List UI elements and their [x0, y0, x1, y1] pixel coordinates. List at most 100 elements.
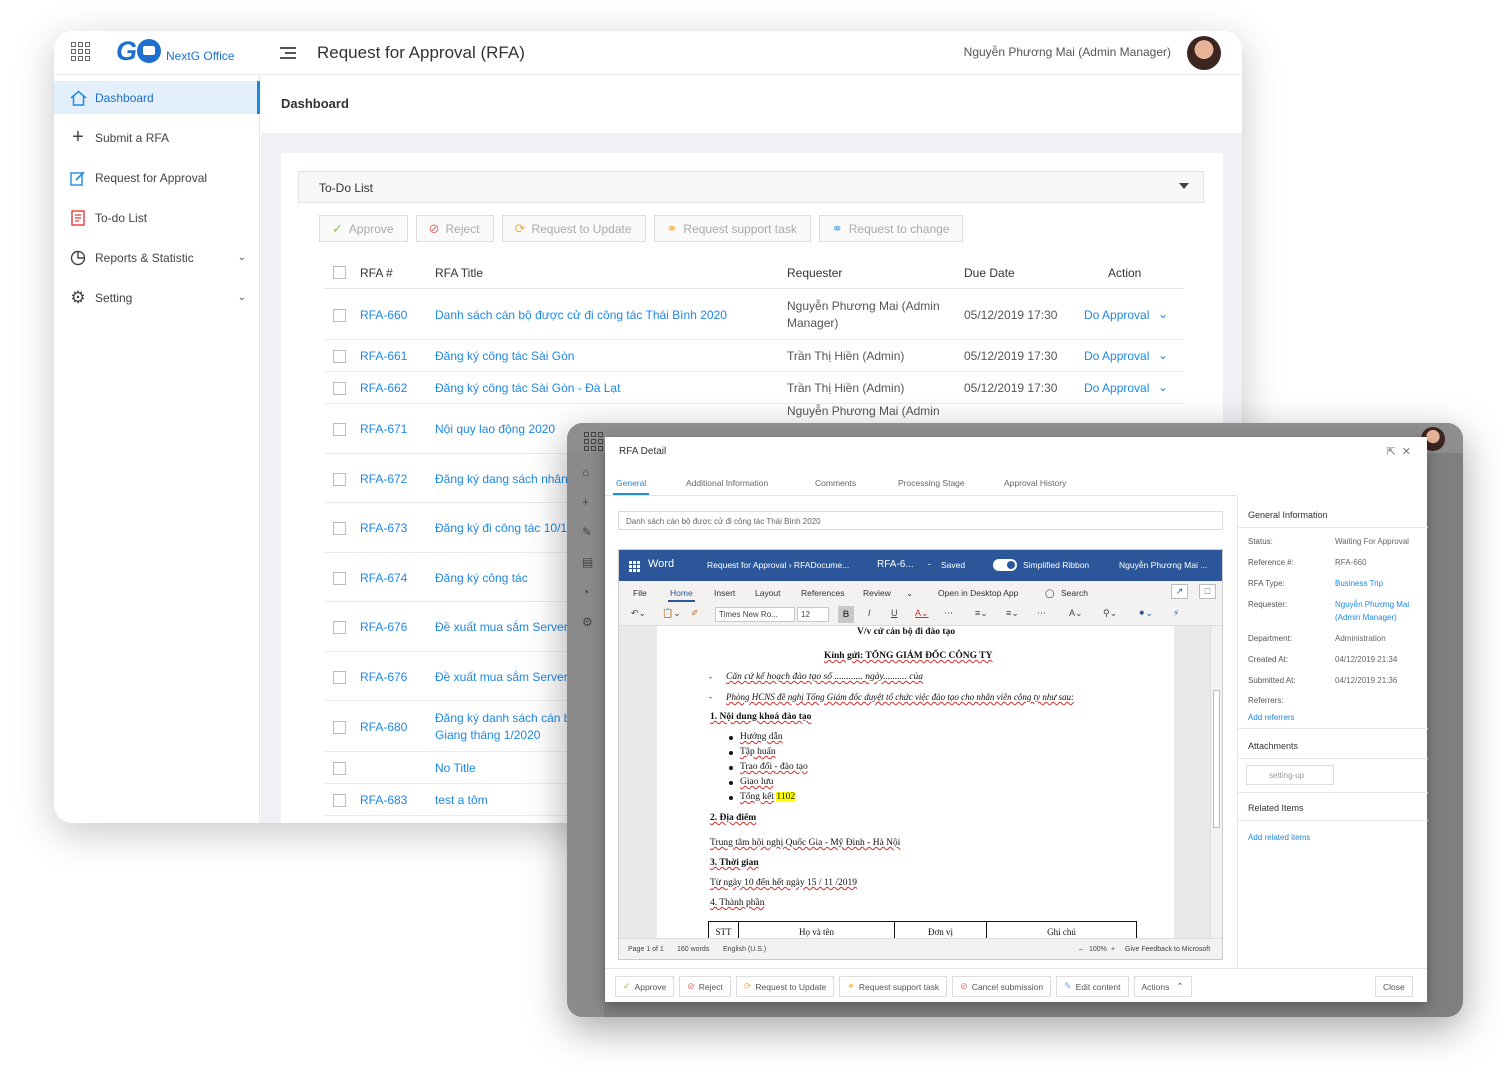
row-checkbox[interactable]: [333, 382, 346, 395]
close-button[interactable]: Close: [1375, 976, 1413, 997]
find-icon[interactable]: ⚲⌄: [1103, 608, 1117, 619]
rfa-id-link[interactable]: RFA-674: [360, 571, 407, 585]
open-desktop-app-button[interactable]: Open in Desktop App: [938, 588, 1018, 598]
rfa-title-link[interactable]: test a tôm: [435, 793, 488, 807]
word-tab-insert[interactable]: Insert: [714, 588, 735, 598]
do-approval-link[interactable]: Do Approval: [1084, 349, 1149, 363]
table-row[interactable]: RFA-661 Đăng ký công tác Sài Gòn Trần Thị …: [324, 340, 1183, 372]
do-approval-link[interactable]: Do Approval: [1084, 381, 1149, 395]
rfa-title-link[interactable]: Đăng ký công tác: [435, 571, 528, 585]
word-tab-references[interactable]: References: [801, 588, 844, 598]
font-size-select[interactable]: 12: [797, 607, 829, 622]
requester-link-role[interactable]: (Admin Manager): [1335, 613, 1397, 622]
col-due-date[interactable]: Due Date: [964, 266, 1015, 280]
format-painter-icon[interactable]: ✐: [691, 608, 699, 619]
language[interactable]: English (U.S.): [723, 946, 766, 953]
rfa-id-link[interactable]: RFA-671: [360, 422, 407, 436]
sidebar-item-request-for-approval[interactable]: Request for Approval: [54, 161, 260, 194]
table-row[interactable]: RFA-662 Đăng ký công tác Sài Gòn - Đà Lạt…: [324, 372, 1183, 404]
rfa-id-link[interactable]: RFA-661: [360, 349, 407, 363]
ribbon-more-icon[interactable]: ⌄: [906, 588, 913, 599]
actions-menu-button[interactable]: Actions ⌃: [1133, 976, 1192, 997]
rfa-title-link[interactable]: Đăng ký danh sách cán b: [435, 711, 570, 725]
tab-general[interactable]: General: [612, 478, 650, 495]
rfa-id-link[interactable]: RFA-680: [360, 720, 407, 734]
expand-icon[interactable]: ⇱: [1387, 446, 1402, 458]
sidebar-item-todo[interactable]: To-do List: [54, 201, 260, 234]
chevron-down-icon[interactable]: ⌄: [1158, 348, 1168, 362]
rfa-title-link[interactable]: Danh sách cán bộ được cử đi công tác Thá…: [435, 308, 727, 322]
menu-toggle-icon[interactable]: [280, 47, 296, 62]
simplified-ribbon-toggle[interactable]: [993, 559, 1017, 571]
request-change-button[interactable]: ⚭ Request to change: [818, 215, 964, 242]
more-options-icon[interactable]: ⋯: [1037, 608, 1046, 619]
bold-button[interactable]: B: [838, 606, 854, 623]
rfa-title-link-line2[interactable]: Giang tháng 1/2020: [435, 728, 540, 742]
word-tab-file[interactable]: File: [633, 588, 647, 598]
undo-icon[interactable]: ↶⌄: [631, 608, 646, 619]
document-scrollbar[interactable]: [1210, 626, 1222, 938]
do-approval-link[interactable]: Do Approval: [1084, 308, 1149, 322]
chevron-down-icon[interactable]: ⌄: [1158, 307, 1168, 321]
sidebar-item-reports[interactable]: Reports & Statistic ⌄: [54, 241, 260, 274]
caret-down-icon[interactable]: [1179, 183, 1189, 189]
word-tab-layout[interactable]: Layout: [755, 588, 781, 598]
word-user-name[interactable]: Nguyễn Phương Mai ...: [1119, 560, 1207, 570]
app-launcher-icon[interactable]: [71, 42, 90, 61]
rfa-id-link[interactable]: RFA-676: [360, 670, 407, 684]
logo[interactable]: G NextG Office: [116, 37, 234, 65]
table-row[interactable]: RFA-660 Danh sách cán bộ được cử đi công …: [324, 289, 1183, 340]
rfa-id-link[interactable]: RFA-662: [360, 381, 407, 395]
chevron-down-icon[interactable]: ⌄: [1158, 380, 1168, 394]
rfa-title-link[interactable]: No Title: [435, 761, 476, 775]
italic-button[interactable]: I: [868, 608, 871, 618]
word-breadcrumb[interactable]: Request for Approval › RFADocume...: [707, 560, 849, 570]
more-options-icon[interactable]: ⋯: [944, 608, 953, 619]
zoom-level[interactable]: 100%: [1089, 946, 1107, 953]
tab-processing-stage[interactable]: Processing Stage: [898, 478, 965, 488]
request-support-task-button[interactable]: ⚭ Request support task: [653, 215, 811, 242]
rfa-title-link[interactable]: Đăng ký đi công tác 10/1: [435, 521, 567, 535]
rfa-title-link[interactable]: Nội quy lao động 2020: [435, 422, 555, 436]
edit-content-button[interactable]: ✎ Edit content: [1056, 976, 1129, 997]
scrollbar-thumb[interactable]: [1213, 690, 1220, 828]
editor-icon[interactable]: ⚡: [1173, 608, 1179, 619]
tab-additional-information[interactable]: Additional Information: [686, 478, 768, 488]
rfa-title-link[interactable]: Đăng ký dang sách nhân: [435, 472, 568, 486]
col-rfa-id[interactable]: RFA #: [360, 266, 393, 280]
rfa-id-link[interactable]: RFA-683: [360, 793, 407, 807]
subject-field[interactable]: Danh sách cán bộ được cử đi công tác Thá…: [618, 511, 1223, 530]
requester-link[interactable]: Nguyễn Phương Mai: [1335, 600, 1409, 609]
request-support-task-button[interactable]: ⚭ Request support task: [839, 976, 948, 997]
row-checkbox[interactable]: [333, 762, 346, 775]
request-update-button[interactable]: ⟳ Request to Update: [735, 976, 835, 997]
row-checkbox[interactable]: [333, 350, 346, 363]
row-checkbox[interactable]: [333, 473, 346, 486]
approve-button[interactable]: ✓ Approve: [319, 215, 408, 242]
rfa-title-link[interactable]: Đăng ký công tác Sài Gòn: [435, 349, 574, 363]
attachment-chip[interactable]: setting-up: [1246, 765, 1334, 785]
rfa-title-link[interactable]: Đề xuất mua sắm Server: [435, 620, 568, 634]
row-checkbox[interactable]: [333, 423, 346, 436]
tab-approval-history[interactable]: Approval History: [1004, 478, 1066, 488]
word-search[interactable]: Search: [1061, 588, 1088, 598]
sidebar-item-submit[interactable]: + Submit a RFA: [54, 121, 260, 154]
rfa-title-link[interactable]: Đề xuất mua sắm Server: [435, 670, 568, 684]
select-all-checkbox[interactable]: [333, 266, 346, 279]
row-checkbox[interactable]: [333, 721, 346, 734]
col-requester[interactable]: Requester: [787, 266, 842, 280]
col-rfa-title[interactable]: RFA Title: [435, 266, 483, 280]
word-app-name[interactable]: Word: [648, 558, 674, 570]
rfa-id-link[interactable]: RFA-660: [360, 308, 407, 322]
avatar[interactable]: [1187, 36, 1221, 70]
word-tab-review[interactable]: Review: [863, 588, 891, 598]
add-referrers-link[interactable]: Add referrers: [1248, 713, 1295, 722]
reject-button[interactable]: ⊘ Reject: [679, 976, 731, 997]
row-checkbox[interactable]: [333, 309, 346, 322]
share-icon[interactable]: ↗: [1171, 584, 1188, 599]
underline-button[interactable]: U: [891, 608, 898, 618]
close-icon[interactable]: ✕: [1402, 446, 1417, 458]
dictate-icon[interactable]: ⚫⌄: [1138, 608, 1153, 619]
tab-comments[interactable]: Comments: [815, 478, 856, 488]
rfa-type-link[interactable]: Business Trip: [1335, 579, 1383, 588]
